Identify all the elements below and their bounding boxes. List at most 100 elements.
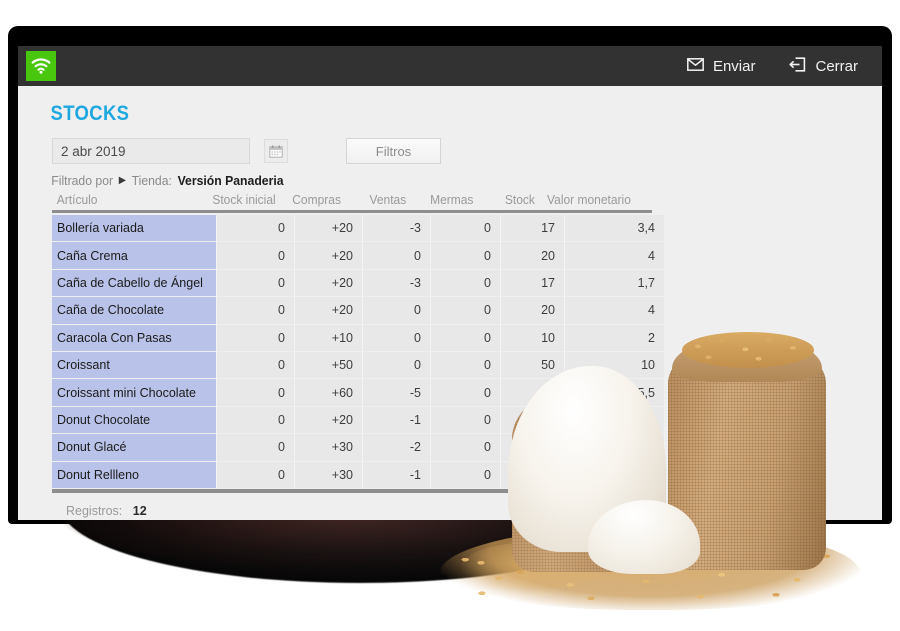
toolbar-actions: Enviar Cerrar (687, 56, 882, 76)
cell-mermas: 0 (430, 297, 500, 324)
screenshot-stage: Enviar Cerrar STOCKS 2 abr 2019 Filtros … (0, 0, 900, 631)
cell-mermas: 0 (430, 215, 500, 242)
cell-valor: 4 (564, 242, 664, 269)
cell-mermas: 0 (430, 379, 500, 406)
send-button-label: Enviar (712, 57, 756, 75)
cell-valor (564, 461, 664, 488)
stock-table: Artículo Stock inicial Compras Ventas Me… (40, 193, 664, 518)
table-row[interactable]: Caña de Chocolate 0 +20 0 0 20 4 (52, 297, 664, 324)
cell-compras: +20 (294, 406, 362, 434)
cell-articulo: Croissant mini Chocolate (52, 379, 216, 406)
cell-stock: 17 (500, 269, 564, 297)
cell-articulo: Caracola Con Pasas (52, 324, 216, 351)
cell-mermas: 0 (430, 406, 500, 434)
records-line: Registros: 12 (52, 504, 652, 518)
column-header-compras[interactable]: Compras (284, 193, 349, 207)
cell-articulo: Bollería variada (52, 215, 216, 242)
records-label: Registros: (66, 503, 123, 518)
logout-icon (789, 56, 806, 76)
cell-articulo: Caña de Chocolate (52, 297, 216, 324)
table-body: Bollería variada 0 +20 -3 0 17 3,4 Caña Crema 0 +… (52, 215, 664, 488)
cell-valor: 10 (564, 351, 664, 379)
cell-stock-inicial: 0 (216, 434, 294, 461)
table-row[interactable]: Donut Glacé 0 +30 -2 0 (52, 434, 664, 461)
cell-stock: 20 (500, 297, 564, 324)
table-row[interactable]: Croissant mini Chocolate 0 +60 -5 0 55 5,5 (52, 379, 664, 406)
cell-valor: 4 (564, 297, 664, 324)
column-header-stock-inicial[interactable]: Stock inicial (209, 193, 284, 207)
page-body: STOCKS 2 abr 2019 Filtros Filtrado por ▶… (18, 86, 882, 520)
date-input[interactable] (52, 138, 250, 164)
table-row[interactable]: Caracola Con Pasas 0 +10 0 0 10 2 (52, 324, 664, 351)
wifi-icon[interactable] (26, 51, 56, 81)
filtered-by-bar: Filtrado por ▶ Tienda: Versión Panaderia (40, 173, 811, 188)
cell-stock-inicial: 0 (216, 461, 294, 488)
cell-ventas: -5 (362, 379, 430, 406)
cell-valor: 5,5 (564, 379, 664, 406)
cell-ventas: -1 (362, 406, 430, 434)
table-row[interactable]: Croissant 0 +50 0 0 50 10 (52, 351, 664, 379)
column-header-mermas[interactable]: Mermas (415, 193, 482, 207)
table-header-row: Artículo Stock inicial Compras Ventas Me… (52, 193, 631, 210)
cell-stock-inicial: 0 (216, 269, 294, 297)
cell-stock (500, 434, 564, 461)
cell-stock-inicial: 0 (216, 379, 294, 406)
envelope-icon (687, 57, 704, 75)
calendar-icon[interactable] (264, 139, 288, 163)
cell-ventas: -3 (362, 215, 430, 242)
column-header-stock[interactable]: Stock (482, 193, 543, 207)
table-row[interactable]: Donut Rellleno 0 +30 -1 0 (52, 461, 664, 488)
cell-compras: +20 (294, 297, 362, 324)
cell-mermas: 0 (430, 434, 500, 461)
cell-stock (500, 461, 564, 488)
cell-articulo: Donut Rellleno (52, 461, 216, 488)
cell-valor: 1,7 (564, 269, 664, 297)
cell-valor: 3,4 (564, 215, 664, 242)
cell-ventas: -2 (362, 434, 430, 461)
cell-mermas: 0 (430, 461, 500, 488)
close-session-button[interactable]: Cerrar (789, 56, 858, 76)
cell-articulo: Donut Chocolate (52, 406, 216, 434)
cell-stock-inicial: 0 (216, 406, 294, 434)
filtered-by-label: Filtrado por (51, 173, 114, 188)
cell-ventas: 0 (362, 351, 430, 379)
chevron-right-icon[interactable]: ▶ (119, 175, 126, 186)
table-header-rule (52, 210, 652, 213)
column-header-ventas[interactable]: Ventas (350, 193, 415, 207)
cell-compras: +30 (294, 434, 362, 461)
cell-stock: 55 (500, 379, 564, 406)
table-row[interactable]: Caña Crema 0 +20 0 0 20 4 (52, 242, 664, 269)
cell-stock-inicial: 0 (216, 324, 294, 351)
table-row[interactable]: Caña de Cabello de Ángel 0 +20 -3 0 17 1,7 (52, 269, 664, 297)
cell-compras: +20 (294, 269, 362, 297)
filter-field-value: Versión Panaderia (177, 173, 284, 188)
cell-articulo: Croissant (52, 351, 216, 379)
table-row[interactable]: Donut Chocolate 0 +20 -1 0 19 3,8 (52, 406, 664, 434)
cell-mermas: 0 (430, 324, 500, 351)
cell-stock-inicial: 0 (216, 297, 294, 324)
cell-stock-inicial: 0 (216, 351, 294, 379)
cell-stock: 19 (500, 406, 564, 434)
cell-stock-inicial: 0 (216, 215, 294, 242)
screen: Enviar Cerrar STOCKS 2 abr 2019 Filtros … (18, 46, 882, 520)
column-header-articulo[interactable]: Artículo (52, 193, 209, 207)
page-title: STOCKS (50, 102, 130, 125)
cell-compras: +30 (294, 461, 362, 488)
cell-ventas: 0 (362, 324, 430, 351)
cell-mermas: 0 (430, 242, 500, 269)
cell-stock: 50 (500, 351, 564, 379)
cell-valor: 3,8 (564, 406, 664, 434)
cell-mermas: 0 (430, 351, 500, 379)
cell-compras: +20 (294, 242, 362, 269)
app-toolbar: Enviar Cerrar (18, 46, 882, 86)
cell-ventas: -3 (362, 269, 430, 297)
records-count: 12 (132, 503, 147, 518)
cell-ventas: 0 (362, 297, 430, 324)
table-row[interactable]: Bollería variada 0 +20 -3 0 17 3,4 (52, 215, 664, 242)
filter-field-label: Tienda: (131, 173, 172, 188)
column-header-valor-monetario[interactable]: Valor monetario (544, 193, 640, 207)
filters-button[interactable]: Filtros (346, 138, 441, 164)
cell-stock: 10 (500, 324, 564, 351)
send-button[interactable]: Enviar (687, 57, 756, 75)
cell-compras: +10 (294, 324, 362, 351)
